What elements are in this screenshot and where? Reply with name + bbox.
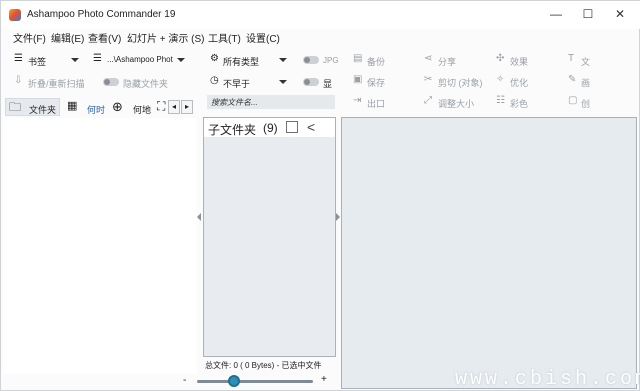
optimize-icon: ✧ <box>496 74 505 85</box>
menu-file[interactable]: 文件(F) <box>13 30 46 45</box>
save-button[interactable]: 保存 <box>367 76 385 89</box>
draw-button[interactable]: 画 <box>581 76 590 89</box>
chevron-down-icon[interactable] <box>177 58 185 62</box>
collapse-subfolders-button[interactable]: < <box>307 119 315 135</box>
status-text: 总文件: 0 ( 0 Bytes) - 已选中文件 <box>205 361 322 370</box>
save-icon: ▣ <box>353 74 363 85</box>
menu-edit[interactable]: 编辑(E) <box>51 30 84 45</box>
jpg-toggle[interactable] <box>303 56 319 64</box>
bookmarks-dropdown[interactable]: 书签 <box>28 55 46 68</box>
menu-bar: 文件(F) 编辑(E) 查看(V) 幻灯片 + 演示 (S) 工具(T) 设置(… <box>1 29 640 45</box>
close-button[interactable]: ✕ <box>605 3 635 25</box>
folder-icon: 🗀 <box>9 100 22 114</box>
expand-right-arrow-icon[interactable] <box>336 213 340 221</box>
tab-scroll-right-button[interactable]: ▸ <box>181 100 193 114</box>
resize-button[interactable]: 调整大小 <box>438 97 474 110</box>
gear-icon: ⚙ <box>210 53 219 64</box>
chevron-down-icon[interactable] <box>279 58 287 62</box>
color-button[interactable]: 彩色 <box>510 97 528 110</box>
subfolder-header: 子文件夹 (9) < <box>204 118 335 137</box>
zoom-out-button[interactable]: - <box>183 375 186 386</box>
optimize-button[interactable]: 优化 <box>510 76 528 89</box>
tab-scroll-left-button[interactable]: ◂ <box>168 100 180 114</box>
clock-icon: ◷ <box>210 75 219 86</box>
hide-folders-label: 隐藏文件夹 <box>123 79 169 89</box>
effects-button[interactable]: 效果 <box>510 55 528 68</box>
cut-object-button[interactable]: 剪切 (对象) <box>438 76 483 89</box>
search-input[interactable]: 搜索文件名... <box>207 95 335 109</box>
refresh-icon: ⇩ <box>14 75 23 86</box>
title-bar: Ashampoo Photo Commander 19 — ☐ ✕ <box>1 1 640 29</box>
refresh-button[interactable]: 折叠/重新扫描 <box>28 77 85 90</box>
chevron-down-icon[interactable] <box>279 80 287 84</box>
calendar-icon: ▦ <box>67 100 78 112</box>
share-icon: ⋖ <box>424 53 433 64</box>
tab-folder[interactable]: 文件夹 <box>29 103 56 116</box>
create-icon: ▢ <box>568 95 578 106</box>
zoom-in-button[interactable]: + <box>321 374 327 385</box>
share-button[interactable]: 分享 <box>438 55 456 68</box>
text-button[interactable]: 文 <box>581 55 590 68</box>
show-toggle-label: 显 <box>323 79 333 89</box>
list-icon: ☰ <box>14 53 23 64</box>
zoom-slider-thumb[interactable] <box>228 375 240 387</box>
preview-pane[interactable] <box>341 117 637 389</box>
export-icon: ⇥ <box>353 95 362 106</box>
resize-icon: ⤢ <box>424 95 432 106</box>
hide-folders-toggle[interactable] <box>103 78 119 86</box>
window-title: Ashampoo Photo Commander 19 <box>27 9 176 20</box>
subfolder-pane: 子文件夹 (9) < <box>203 117 336 357</box>
menu-view[interactable]: 查看(V) <box>88 30 121 45</box>
tab-when[interactable]: 何时 <box>87 103 105 116</box>
pen-icon: ✎ <box>568 74 577 85</box>
select-all-checkbox[interactable] <box>286 121 298 133</box>
zoom-slider-track[interactable] <box>197 380 313 383</box>
tab-where[interactable]: 何地 <box>133 103 151 116</box>
scissors-icon: ✂ <box>424 74 433 85</box>
app-window: Ashampoo Photo Commander 19 — ☐ ✕ 文件(F) … <box>0 0 640 391</box>
show-toggle[interactable] <box>303 78 319 86</box>
folder-tree-pane[interactable] <box>3 118 197 374</box>
text-icon: T <box>568 53 575 64</box>
menu-settings[interactable]: 设置(C) <box>246 30 280 45</box>
app-logo-icon <box>9 9 21 21</box>
menu-tools[interactable]: 工具(T) <box>208 30 241 45</box>
maximize-button[interactable]: ☐ <box>573 3 603 25</box>
collapse-left-arrow-icon[interactable] <box>197 213 201 221</box>
jpg-toggle-label: JPG <box>323 56 339 65</box>
globe-icon: ⊕ <box>112 99 123 114</box>
path-dropdown[interactable]: ...\Ashampoo Phot <box>107 55 173 64</box>
effects-icon: ✣ <box>496 53 505 64</box>
export-button[interactable]: 出口 <box>367 97 385 110</box>
list-icon: ☰ <box>93 53 102 64</box>
backup-icon: ▤ <box>353 53 363 64</box>
person-icon: ⛶ <box>157 99 166 113</box>
date-dropdown[interactable]: 不早于 <box>223 77 250 90</box>
subfolder-count: (9) <box>263 121 278 135</box>
chevron-down-icon[interactable] <box>71 58 79 62</box>
types-dropdown[interactable]: 所有类型 <box>223 55 259 68</box>
subfolder-list[interactable] <box>204 137 335 356</box>
menu-slideshow[interactable]: 幻灯片 + 演示 (S) <box>127 30 205 45</box>
subfolder-label: 子文件夹 <box>208 123 257 137</box>
watermark-text: www.cbish.com <box>455 368 640 391</box>
color-icon: ☷ <box>496 95 505 106</box>
minimize-button[interactable]: — <box>541 3 571 25</box>
backup-button[interactable]: 备份 <box>367 55 385 68</box>
create-button[interactable]: 创 <box>581 97 590 110</box>
